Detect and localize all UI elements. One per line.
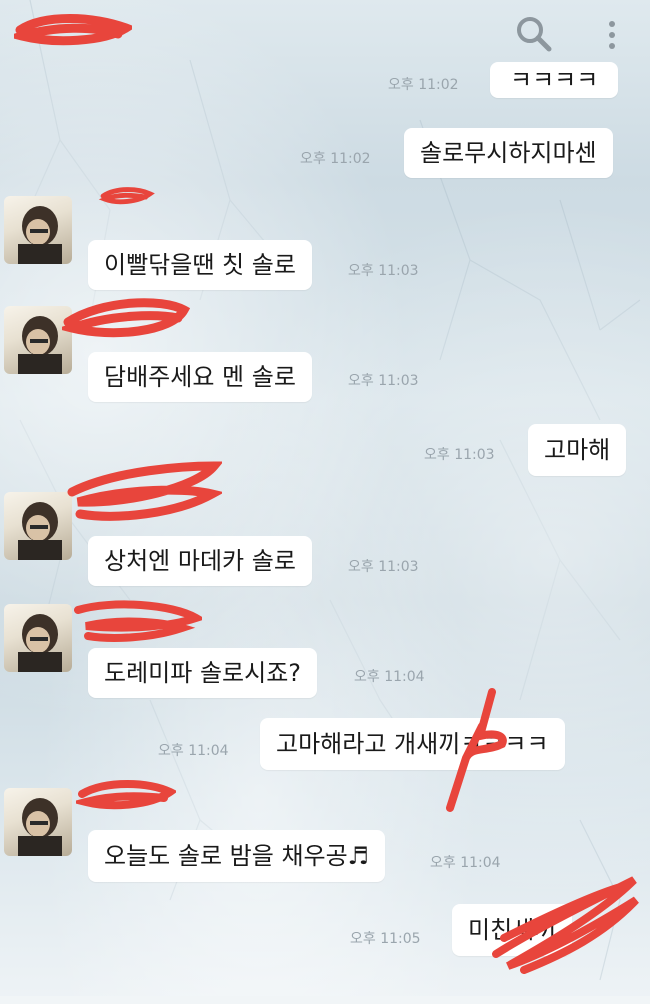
sender-name-redacted [78,780,176,810]
search-icon[interactable] [514,14,554,54]
sender-avatar[interactable] [4,492,72,560]
message-time: 오후 11:02 [388,77,459,93]
message-time: 오후 11:02 [300,151,371,167]
sender-avatar[interactable] [4,788,72,856]
message-bubble-outgoing[interactable]: 고마해라고 개새끼ㅋㅋㅋㅋ [260,718,565,770]
message-time: 오후 11:03 [424,447,495,463]
bottom-edge [0,996,650,1004]
message-bubble-outgoing[interactable]: 고마해 [528,424,627,476]
message-bubble-incoming[interactable]: 이빨닦을땐 칫 솔로 [88,240,312,290]
message-bubble-incoming[interactable]: 담배주세요 멘 솔로 [88,352,312,402]
message-bubble-outgoing[interactable]: ㅋㅋㅋㅋ [490,62,619,98]
sender-name-redacted [98,187,155,205]
sender-name-redacted [62,298,190,338]
chat-header [0,0,650,70]
message-time: 오후 11:04 [354,669,425,685]
message-time: 오후 11:04 [430,855,501,871]
message-time: 오후 11:04 [158,743,229,759]
message-time: 오후 11:03 [348,373,419,389]
sender-avatar[interactable] [4,306,72,374]
more-vertical-icon[interactable] [600,14,624,54]
message-bubble-outgoing[interactable]: 미친새끼 [452,904,573,956]
sender-avatar[interactable] [4,604,72,672]
sender-name-redacted [67,461,222,521]
chat-title-redacted [14,14,132,46]
sender-avatar[interactable] [4,196,72,264]
sender-name-redacted [74,600,202,642]
message-bubble-incoming[interactable]: 도레미파 솔로시죠? [88,648,318,698]
message-time: 오후 11:03 [348,263,419,279]
message-bubble-incoming[interactable]: 오늘도 솔로 밤을 채우공♬ [88,830,386,882]
message-bubble-incoming[interactable]: 상처엔 마데카 솔로 [88,536,312,586]
message-bubble-outgoing[interactable]: 솔로무시하지마센 [404,128,613,178]
message-time: 오후 11:03 [348,559,419,575]
message-time: 오후 11:05 [350,931,421,947]
